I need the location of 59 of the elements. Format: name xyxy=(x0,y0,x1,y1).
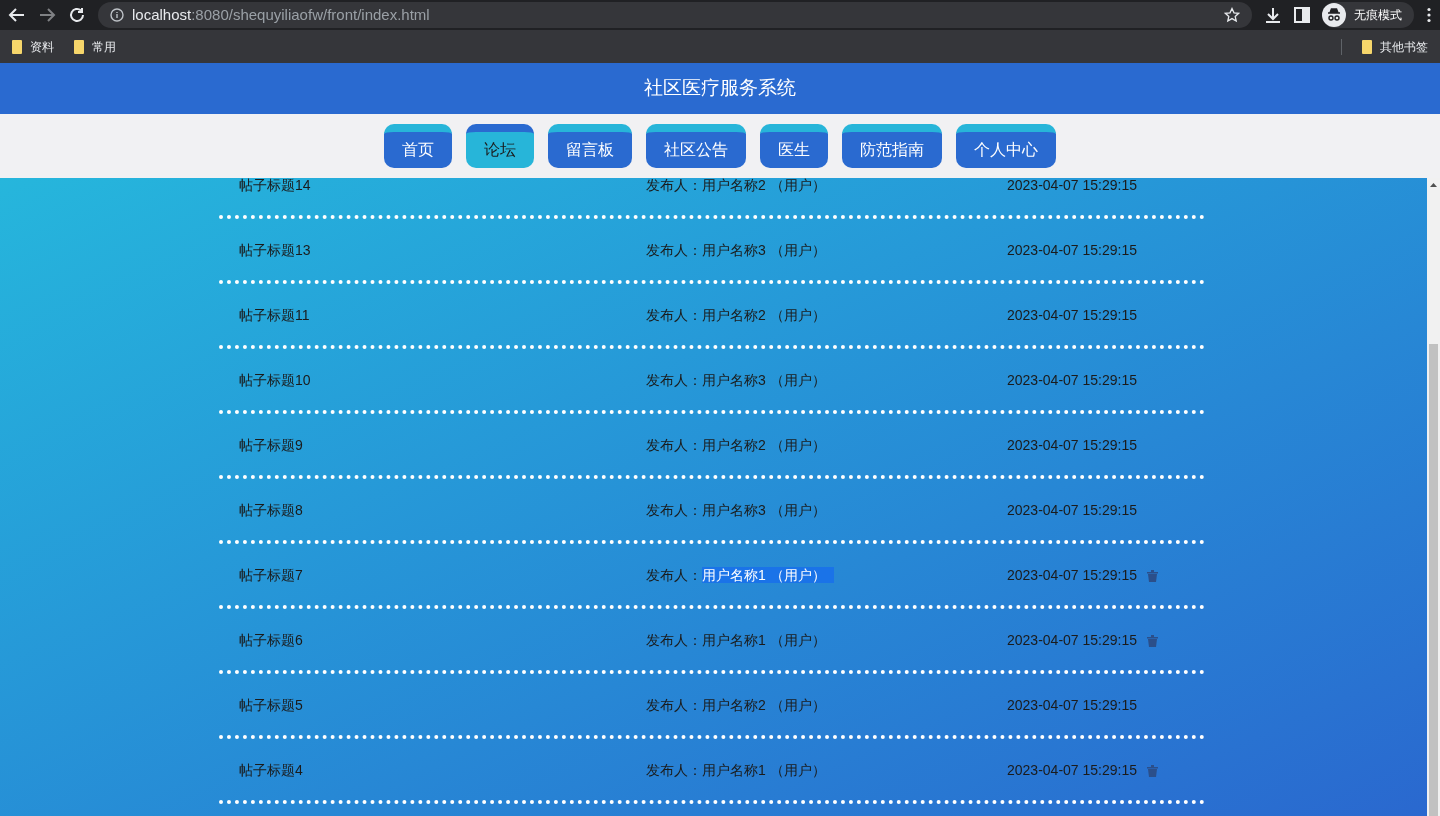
folder-icon xyxy=(1362,39,1372,54)
download-icon[interactable] xyxy=(1264,6,1282,24)
post-author: 发布人：用户名称2 （用户） xyxy=(646,178,827,195)
post-author: 发布人：用户名称2 （用户） xyxy=(646,436,827,455)
scrollbar[interactable] xyxy=(1427,178,1440,816)
scroll-thumb[interactable] xyxy=(1429,344,1438,816)
info-icon xyxy=(110,8,124,22)
site-title: 社区医疗服务系统 xyxy=(644,76,796,101)
post-time: 2023-04-07 15:29:15 xyxy=(1007,306,1137,325)
nav-tab[interactable]: 论坛 xyxy=(466,124,534,168)
star-icon[interactable] xyxy=(1224,7,1240,23)
nav-tab[interactable]: 个人中心 xyxy=(956,124,1056,168)
post-title[interactable]: 帖子标题10 xyxy=(219,370,646,391)
incognito-icon xyxy=(1322,3,1346,27)
bookmark-folder[interactable]: 其他书签 xyxy=(1362,37,1428,56)
address-bar[interactable]: localhost:8080/shequyiliaofw/front/index.html xyxy=(98,2,1252,28)
post-time: 2023-04-07 15:29:15 xyxy=(1007,631,1137,650)
post-author: 发布人：用户名称2 （用户） xyxy=(646,696,827,715)
more-icon[interactable] xyxy=(1426,7,1432,23)
post-title[interactable]: 帖子标题13 xyxy=(219,240,646,261)
post-author: 发布人：用户名称1 （用户） xyxy=(646,761,827,780)
post-author: 发布人：用户名称3 （用户） xyxy=(646,501,827,520)
forward-icon[interactable] xyxy=(38,6,56,24)
reload-icon[interactable] xyxy=(68,6,86,24)
bookmark-folder[interactable]: 常用 xyxy=(74,37,116,56)
nav-tab[interactable]: 留言板 xyxy=(548,124,632,168)
nav-tab[interactable]: 首页 xyxy=(384,124,452,168)
post-title[interactable]: 帖子标题6 xyxy=(219,630,646,651)
post-title[interactable]: 帖子标题4 xyxy=(219,760,646,781)
post-title[interactable]: 帖子标题7 xyxy=(219,565,646,586)
post-time: 2023-04-07 15:29:15 xyxy=(1007,566,1137,585)
nav-tab[interactable]: 社区公告 xyxy=(646,124,746,168)
post-author: 发布人：用户名称1 （用户） xyxy=(646,631,827,650)
post-title[interactable]: 帖子标题8 xyxy=(219,500,646,521)
folder-icon xyxy=(74,39,84,54)
post-time: 2023-04-07 15:29:15 xyxy=(1007,501,1137,520)
url-text: localhost:8080/shequyiliaofw/front/index.html xyxy=(132,4,430,25)
profile-label: 无痕模式 xyxy=(1354,7,1402,24)
side-panel-icon[interactable] xyxy=(1294,7,1310,23)
post-author: 发布人：用户名称3 （用户） xyxy=(646,371,827,390)
nav-tab[interactable]: 医生 xyxy=(760,124,828,168)
post-author: 发布人：用户名称1 （用户） xyxy=(646,565,1007,586)
post-title[interactable]: 帖子标题9 xyxy=(219,435,646,456)
folder-icon xyxy=(12,39,22,54)
post-time: 2023-04-07 15:29:15 xyxy=(1007,371,1137,390)
back-icon[interactable] xyxy=(8,6,26,24)
post-author: 发布人：用户名称2 （用户） xyxy=(646,306,827,325)
nav-tab[interactable]: 防范指南 xyxy=(842,124,942,168)
bookmark-folder[interactable]: 资料 xyxy=(12,37,54,56)
post-author: 发布人：用户名称3 （用户） xyxy=(646,241,827,260)
incognito-chip[interactable]: 无痕模式 xyxy=(1322,2,1414,28)
post-time: 2023-04-07 15:29:15 xyxy=(1007,436,1137,455)
post-title[interactable]: 帖子标题14 xyxy=(219,178,646,196)
post-time: 2023-04-07 15:29:15 xyxy=(1007,761,1137,780)
post-title[interactable]: 帖子标题5 xyxy=(219,695,646,716)
post-time: 2023-04-07 15:29:15 xyxy=(1007,178,1137,195)
post-title[interactable]: 帖子标题11 xyxy=(219,305,646,326)
post-time: 2023-04-07 15:29:15 xyxy=(1007,241,1137,260)
post-time: 2023-04-07 15:29:15 xyxy=(1007,696,1137,715)
